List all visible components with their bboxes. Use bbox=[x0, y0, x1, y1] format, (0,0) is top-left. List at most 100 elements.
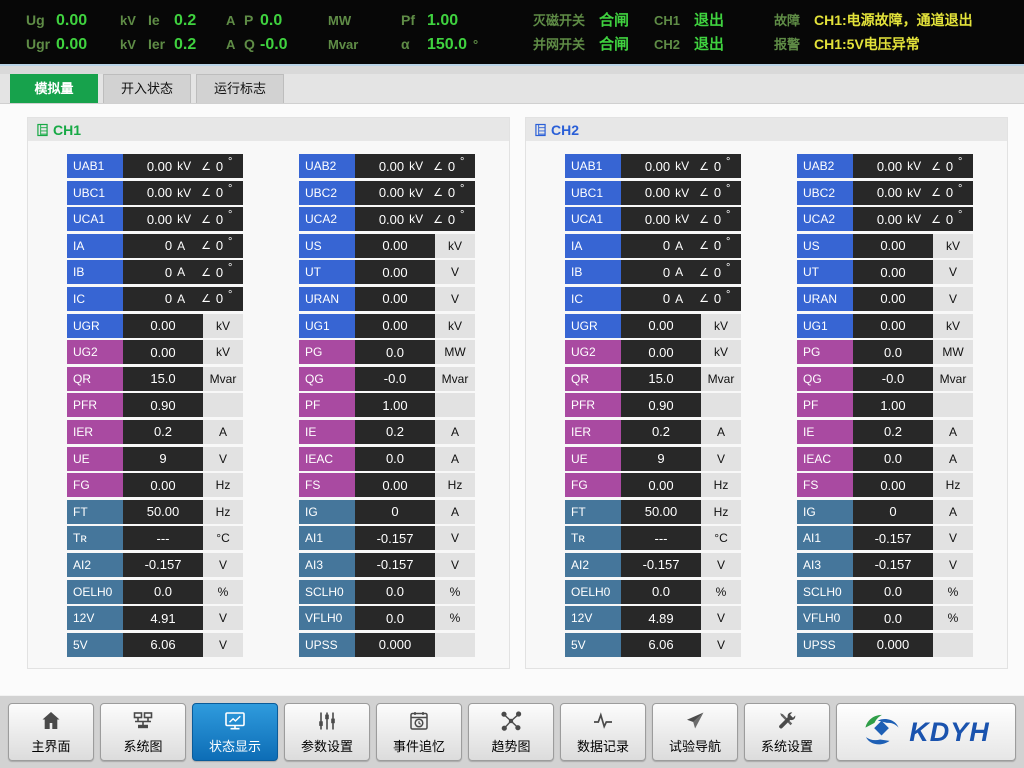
measurement-row: UT0.00V bbox=[797, 260, 973, 284]
measurement-row: IEAC0.0A bbox=[299, 447, 475, 471]
nav-button-event-recall[interactable]: 事件追忆 bbox=[376, 703, 462, 761]
measurement-label: UBC2 bbox=[797, 181, 853, 205]
measurement-row: UCA10.00kV∠0° bbox=[565, 207, 741, 231]
measurement-unit-cell: kV bbox=[933, 234, 973, 258]
nav-label: 数据记录 bbox=[577, 736, 629, 755]
measurement-row: SCLH00.0% bbox=[299, 580, 475, 604]
measurement-label: AI2 bbox=[565, 553, 621, 577]
header-line: α150.0° bbox=[401, 35, 533, 54]
measurement-row: 12V4.91V bbox=[67, 606, 243, 630]
measurement-unit-cell bbox=[203, 393, 243, 417]
measurement-row: AI2-0.157V bbox=[565, 553, 741, 577]
measurement-label: PG bbox=[299, 340, 355, 364]
measurement-row: UCA10.00kV∠0° bbox=[67, 207, 243, 231]
degree-symbol: ° bbox=[726, 260, 734, 276]
tab-digital-inputs[interactable]: 开入状态 bbox=[103, 74, 191, 103]
panel-title-bar: CH2 bbox=[526, 118, 1007, 141]
header-line: Ugr0.00kV bbox=[26, 35, 148, 54]
angle-icon: ∠ bbox=[931, 213, 941, 226]
panel-title: CH2 bbox=[551, 122, 579, 138]
header-line: Ug0.00kV bbox=[26, 11, 148, 30]
measurement-value: 0.00 bbox=[628, 185, 670, 200]
measurement-label: QR bbox=[565, 367, 621, 391]
panel-column: UAB10.00kV∠0°UBC10.00kV∠0°UCA10.00kV∠0°I… bbox=[28, 154, 277, 659]
measurement-row: UAB10.00kV∠0° bbox=[67, 154, 243, 178]
home-icon bbox=[39, 709, 63, 733]
degree-symbol: ° bbox=[228, 234, 236, 250]
measurement-row: UE9V bbox=[67, 447, 243, 471]
measurement-unit-cell: Hz bbox=[203, 500, 243, 524]
measurement-label: QG bbox=[299, 367, 355, 391]
kdyh-logo[interactable]: KDYH bbox=[836, 703, 1016, 761]
measurement-label: UE bbox=[565, 447, 621, 471]
measurement-row: QR15.0Mvar bbox=[565, 367, 741, 391]
measurement-value-cell: 0.0 bbox=[621, 580, 701, 604]
tab-analog-values[interactable]: 模拟量 bbox=[10, 74, 98, 103]
nav-button-sliders[interactable]: 参数设置 bbox=[284, 703, 370, 761]
measurement-label: UBC1 bbox=[565, 181, 621, 205]
degree-symbol: ° bbox=[726, 234, 734, 250]
degree-symbol: ° bbox=[958, 154, 966, 170]
measurement-unit-cell: A bbox=[435, 500, 475, 524]
nav-button-system-settings[interactable]: 系统设置 bbox=[744, 703, 830, 761]
measurement-value-cell: 0 bbox=[853, 500, 933, 524]
measurement-value-cell: 0.0 bbox=[355, 580, 435, 604]
measurement-unit: A bbox=[675, 239, 697, 253]
panel-title: CH1 bbox=[53, 122, 81, 138]
measurement-unit: kV bbox=[907, 159, 929, 173]
channel-icon bbox=[37, 123, 48, 137]
tab-run-flags[interactable]: 运行标志 bbox=[196, 74, 284, 103]
degree-symbol: ° bbox=[726, 207, 734, 223]
measurement-unit-cell bbox=[435, 633, 475, 657]
measurement-value: 0.00 bbox=[362, 185, 404, 200]
measurement-row: QG-0.0Mvar bbox=[797, 367, 973, 391]
measurement-row: US0.00kV bbox=[299, 234, 475, 258]
header-line: Q-0.0Mvar bbox=[244, 35, 401, 54]
header-line: Pf1.00 bbox=[401, 11, 533, 30]
measurement-unit-cell: % bbox=[435, 606, 475, 630]
measurement-label: IEAC bbox=[797, 447, 853, 471]
measurement-label: AI3 bbox=[299, 553, 355, 577]
channel-panel-ch1: CH1UAB10.00kV∠0°UBC10.00kV∠0°UCA10.00kV∠… bbox=[27, 117, 510, 669]
measurement-label: UAB2 bbox=[299, 154, 355, 178]
nav-button-home[interactable]: 主界面 bbox=[8, 703, 94, 761]
header-group-measure: P0.0MWQ-0.0Mvar bbox=[244, 0, 401, 64]
measurement-unit-cell bbox=[933, 633, 973, 657]
kdyh-logo-icon bbox=[862, 713, 902, 752]
measurement-value: 0 bbox=[628, 238, 670, 253]
measurement-label: AI1 bbox=[299, 526, 355, 550]
angle-icon: ∠ bbox=[433, 213, 443, 226]
measurement-row: UBC20.00kV∠0° bbox=[299, 181, 475, 205]
nav-button-system-diagram[interactable]: 系统图 bbox=[100, 703, 186, 761]
measurement-unit: kV bbox=[675, 159, 697, 173]
measurement-unit-cell: V bbox=[933, 526, 973, 550]
measurement-unit-cell: V bbox=[435, 553, 475, 577]
measurement-row: URAN0.00V bbox=[299, 287, 475, 311]
nav-button-test-navigation[interactable]: 试验导航 bbox=[652, 703, 738, 761]
measurement-label: SCLH0 bbox=[299, 580, 355, 604]
angle-icon: ∠ bbox=[699, 292, 709, 305]
measurement-unit-cell: V bbox=[701, 553, 741, 577]
header-line: 并网开关合闸 bbox=[533, 35, 654, 54]
system-settings-icon bbox=[775, 709, 799, 733]
measurement-value-cell: -0.157 bbox=[355, 526, 435, 550]
nav-button-data-record[interactable]: 数据记录 bbox=[560, 703, 646, 761]
measurement-value-cell: 0.00 bbox=[355, 314, 435, 338]
measurement-row: IER0.2A bbox=[67, 420, 243, 444]
measurement-value-cell: 0.00 bbox=[853, 260, 933, 284]
measurement-unit: kV bbox=[177, 159, 199, 173]
measurement-unit-cell: V bbox=[701, 633, 741, 657]
bottom-nav-bar: 主界面系统图状态显示参数设置事件追忆趋势图数据记录 试验导航系统设置KDYH bbox=[0, 695, 1024, 768]
measurement-value-cell: 0.0 bbox=[355, 340, 435, 364]
measurement-row: PFR0.90 bbox=[67, 393, 243, 417]
nav-button-status-display[interactable]: 状态显示 bbox=[192, 703, 278, 761]
degree-symbol: ° bbox=[726, 181, 734, 197]
measurement-label: Tʀ bbox=[67, 526, 123, 550]
measurement-unit-cell: kV bbox=[203, 340, 243, 364]
measurement-row: IG0A bbox=[299, 500, 475, 524]
measurement-value-cell: 0.00 bbox=[621, 473, 701, 497]
measurement-label: IE bbox=[299, 420, 355, 444]
angle-icon: ∠ bbox=[433, 160, 443, 173]
system-diagram-icon bbox=[131, 709, 155, 733]
nav-button-trend-chart[interactable]: 趋势图 bbox=[468, 703, 554, 761]
